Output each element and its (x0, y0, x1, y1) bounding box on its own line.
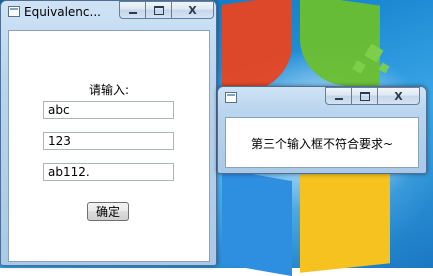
minimize-icon (334, 98, 343, 100)
message-dialog: X 第三个输入框不符合要求~ (217, 86, 427, 174)
windows-logo-red (222, 0, 292, 95)
dialog-app-icon[interactable] (225, 92, 237, 103)
main-window-titlebar[interactable]: Equivalenc... X (1, 1, 216, 23)
maximize-icon (359, 91, 370, 101)
windows-logo-blue (222, 168, 292, 276)
main-window-title: Equivalenc... (24, 5, 101, 19)
input-field-2[interactable]: 123 (43, 132, 174, 150)
decor-hexagon (378, 62, 390, 74)
dialog-client: 第三个输入框不符合要求~ (225, 117, 419, 168)
window-app-icon[interactable] (8, 6, 20, 17)
window-controls: X (119, 1, 214, 20)
ok-button[interactable]: 确定 (87, 202, 129, 221)
dialog-message: 第三个输入框不符合要求~ (250, 137, 394, 151)
main-window: Equivalenc... X 请输入: abc 123 ab112. 确定 (0, 0, 217, 266)
input-field-1[interactable]: abc (43, 101, 174, 119)
minimize-icon (128, 12, 137, 14)
dialog-window-controls: X (325, 87, 420, 106)
main-window-client: 请输入: abc 123 ab112. 确定 (8, 30, 210, 262)
dialog-titlebar[interactable]: X (218, 87, 426, 109)
minimize-button[interactable] (119, 1, 145, 19)
maximize-button[interactable] (145, 1, 171, 19)
maximize-icon (153, 5, 164, 15)
dialog-minimize-button[interactable] (325, 87, 351, 105)
close-icon: X (188, 3, 197, 17)
windows-logo-green (300, 0, 380, 91)
windows-logo-yellow (300, 165, 390, 273)
input-prompt-label: 请输入: (88, 83, 130, 97)
dialog-maximize-button[interactable] (351, 87, 377, 105)
input-field-3[interactable]: ab112. (43, 163, 174, 181)
close-icon: X (394, 89, 403, 103)
dialog-close-button[interactable]: X (377, 87, 420, 105)
close-button[interactable]: X (171, 1, 214, 19)
